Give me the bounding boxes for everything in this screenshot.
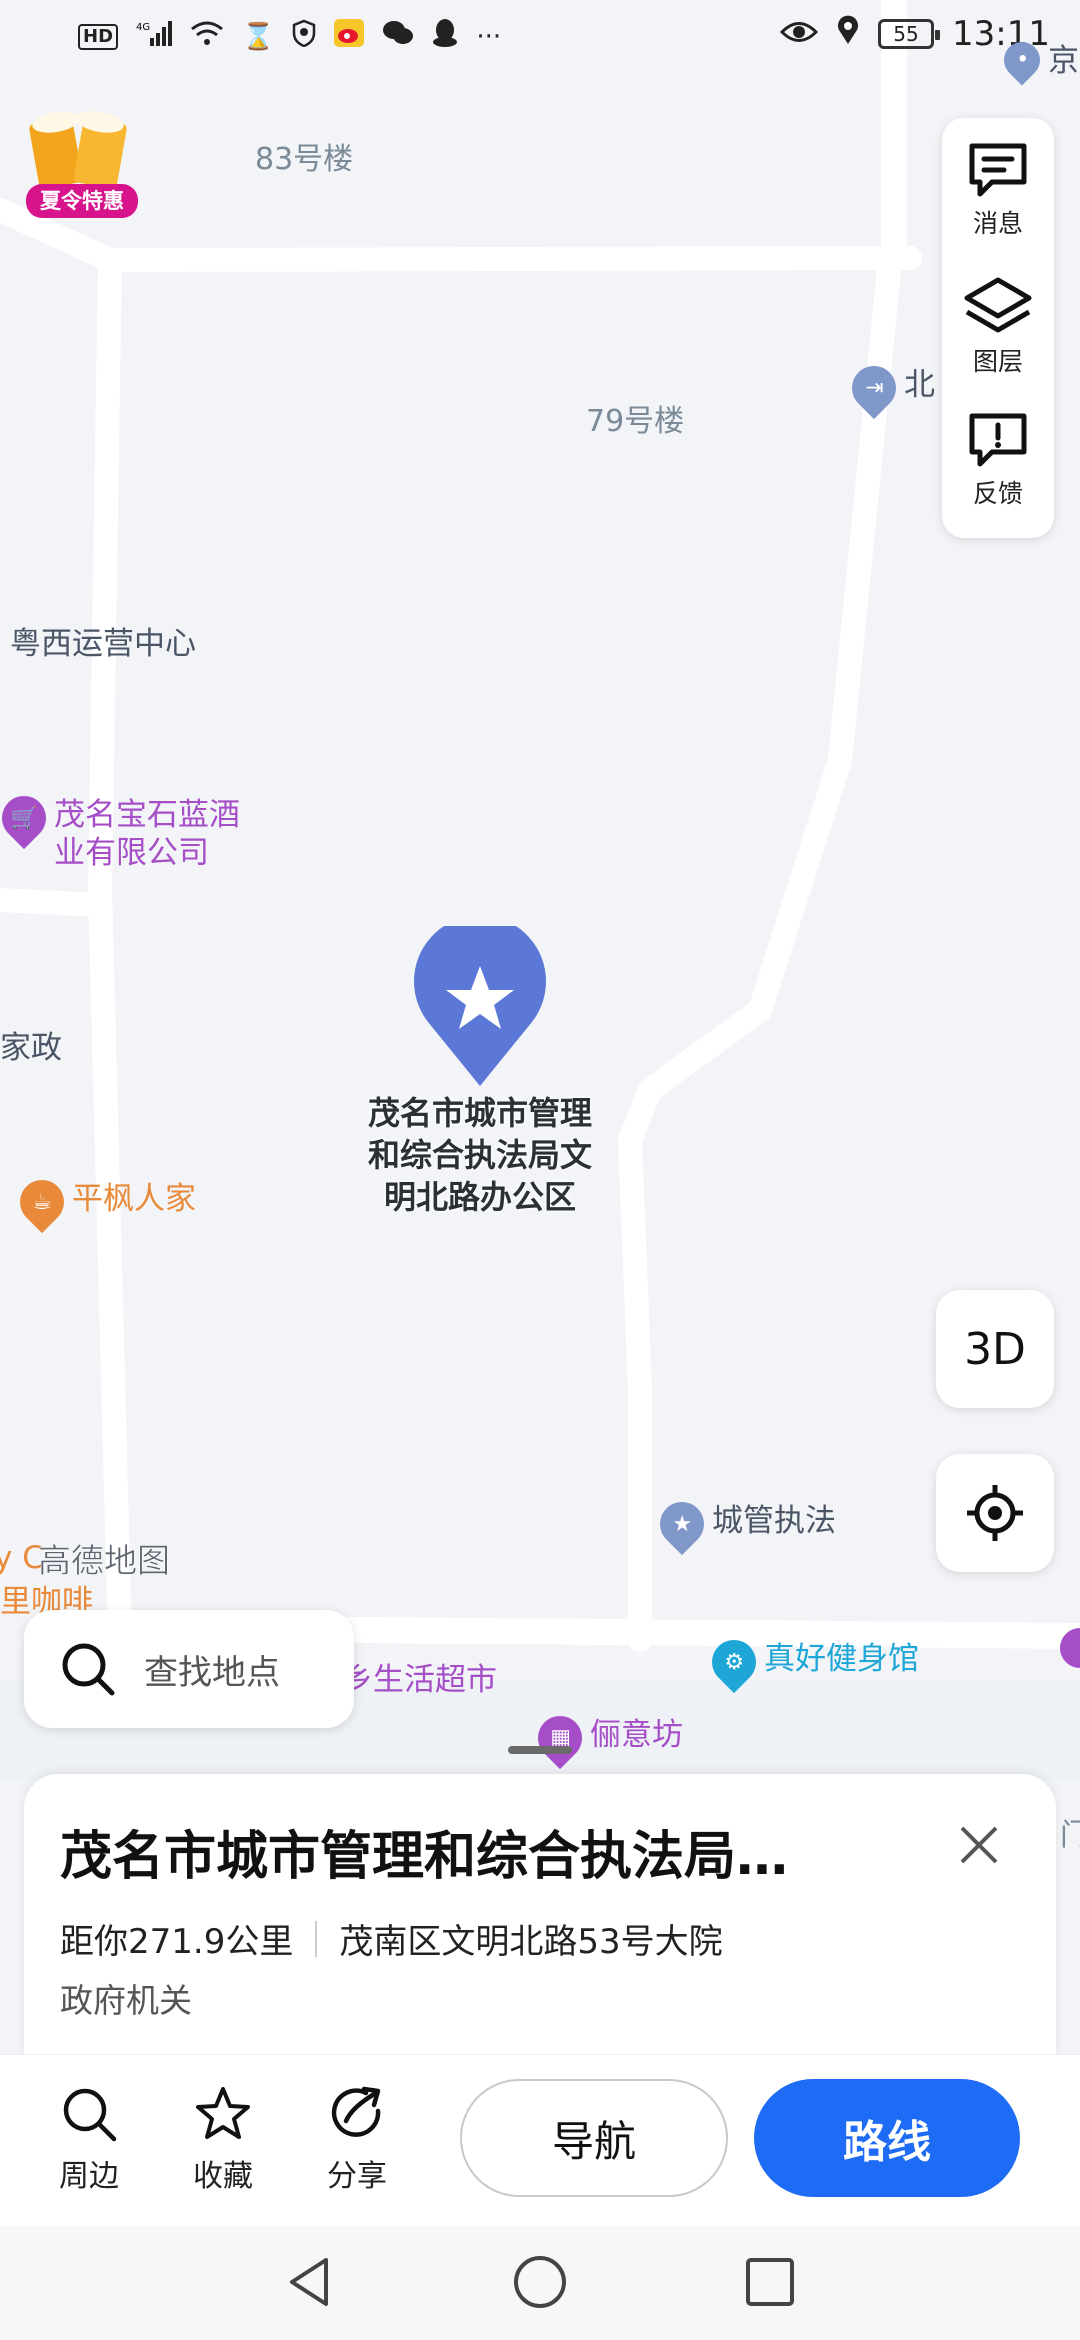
location-pin-icon: •	[996, 34, 1048, 86]
navigate-label: 导航	[551, 2116, 636, 2166]
battery-level: 55	[893, 22, 919, 46]
search-icon	[62, 1643, 115, 1696]
message-icon	[969, 143, 1027, 197]
route-label: 路线	[843, 2117, 931, 2168]
address-text: 茂南区文明北路53号大院	[339, 1922, 723, 1962]
poi-north-partial[interactable]: ⇥ 北	[842, 356, 935, 420]
poi-gym[interactable]: ⚙ 真好健身馆	[702, 1630, 919, 1694]
poi-jing-partial[interactable]: • 京	[996, 34, 1079, 86]
summer-promo-badge[interactable]: 夏令特惠	[20, 104, 148, 224]
place-title: 茂名市城市管理和综合执法局…	[60, 1827, 789, 1887]
star-icon	[196, 2087, 250, 2139]
route-button[interactable]: 路线	[754, 2079, 1020, 2197]
close-icon	[960, 1826, 998, 1864]
place-detail-card[interactable]: 茂名市城市管理和综合执法局… 距你271.9公里 茂南区文明北路53号大院 政府…	[24, 1774, 1056, 2054]
recents-icon[interactable]	[740, 2252, 800, 2312]
hourglass-icon: ⌛	[242, 21, 275, 52]
selected-location-marker[interactable]	[410, 915, 550, 1096]
more-dots-icon: ···	[476, 21, 502, 52]
3d-button[interactable]: 3D	[936, 1290, 1054, 1408]
share-icon	[331, 2086, 381, 2137]
shop-icon: ▦	[528, 1706, 592, 1770]
bottom-action-bar: 周边 收藏 分享 导航 路线	[0, 2054, 1080, 2227]
crosshair-icon	[967, 1485, 1023, 1541]
nearby-label: 周边	[59, 2159, 119, 2194]
layers-label: 图层	[972, 347, 1023, 376]
place-info-row: 距你271.9公里 茂南区文明北路53号大院	[60, 1914, 723, 1963]
men-partial-label: 门	[1060, 1818, 1080, 1853]
poi-baoshi-wine[interactable]: 🛒 茂名宝石蓝酒 业有限公司	[0, 786, 240, 872]
building-79-label: 79号楼	[586, 404, 685, 439]
poi-liyi-label: 俪意坊	[590, 1717, 683, 1753]
category-text: 政府机关	[60, 1981, 192, 2020]
home-icon[interactable]	[510, 2252, 570, 2312]
poi-chengguan[interactable]: ★ 城管执法	[650, 1492, 836, 1556]
sheet-drag-handle[interactable]	[508, 1746, 572, 1754]
selected-marker-label: 茂名市城市管理 和综合执法局文 明北路办公区	[367, 1094, 592, 1216]
poi-chengguan-label: 城管执法	[712, 1503, 836, 1539]
star-marker-icon	[414, 915, 546, 1086]
locate-me-button[interactable]	[936, 1454, 1054, 1572]
poi-pingfan[interactable]: ☕ 平枫人家	[10, 1170, 196, 1234]
status-bar: HD 4G ⌛ ··· 55 13:11	[0, 0, 1080, 72]
share-button[interactable]: 分享	[312, 2085, 402, 2195]
poi-pingfan-label: 平枫人家	[72, 1181, 196, 1217]
poi-north-label: 北	[904, 367, 935, 403]
amap-watermark: 高德地图	[38, 1541, 171, 1581]
hd-icon: HD	[78, 23, 119, 50]
messages-label: 消息	[972, 209, 1023, 238]
feedback-icon	[969, 413, 1027, 467]
shopping-cart-icon: 🛒	[0, 786, 56, 850]
shield-icon	[292, 19, 316, 54]
messages-button[interactable]: 消息	[942, 140, 1054, 270]
jiazheng-label: 家政	[0, 1030, 62, 1066]
back-icon[interactable]	[280, 2252, 340, 2312]
restaurant-icon: ☕	[10, 1170, 74, 1234]
divider	[315, 1920, 318, 1957]
layers-button[interactable]: 图层	[942, 276, 1054, 406]
search-placeholder: 查找地点	[144, 1652, 280, 1693]
navigate-button[interactable]: 导航	[460, 2079, 728, 2197]
qq-icon	[432, 18, 458, 55]
nearby-button[interactable]: 周边	[44, 2085, 134, 2195]
search-icon	[63, 2088, 117, 2142]
signal-icon: 4G	[136, 20, 173, 53]
weibo-icon	[334, 19, 365, 54]
feedback-button[interactable]: 反馈	[942, 410, 1054, 540]
location-icon	[836, 14, 860, 54]
favorite-button[interactable]: 收藏	[178, 2085, 268, 2195]
side-toolbar: 消息 图层 反馈	[942, 118, 1054, 538]
eye-icon	[779, 14, 819, 54]
svg-text:4G: 4G	[136, 22, 150, 33]
3d-label: 3D	[964, 1323, 1026, 1375]
star-pin-icon: ★	[650, 1492, 714, 1556]
building-pin-icon: ⇥	[842, 356, 906, 420]
distance-text: 距你271.9公里	[60, 1922, 294, 1962]
share-label: 分享	[327, 2159, 387, 2194]
search-box[interactable]: 查找地点	[24, 1610, 354, 1728]
favorite-label: 收藏	[193, 2159, 253, 2194]
feedback-label: 反馈	[972, 479, 1023, 508]
wechat-icon	[382, 19, 414, 54]
yuexi-center-label: 粤西运营中心	[10, 626, 196, 662]
poi-gym-label: 真好健身馆	[764, 1641, 919, 1677]
layers-icon	[964, 277, 1032, 333]
supermarket-label: 乡生活超市	[342, 1662, 497, 1698]
system-nav-bar	[0, 2226, 1080, 2340]
poi-jing-label: 京	[1048, 43, 1079, 79]
wifi-icon	[190, 20, 224, 53]
promo-label: 夏令特惠	[26, 184, 138, 218]
building-83-label: 83号楼	[255, 142, 354, 177]
close-button[interactable]	[954, 1820, 1004, 1870]
gym-icon: ⚙	[702, 1630, 766, 1694]
poi-baoshi-label: 茂名宝石蓝酒 业有限公司	[54, 797, 240, 871]
battery-icon: 55	[878, 19, 941, 49]
